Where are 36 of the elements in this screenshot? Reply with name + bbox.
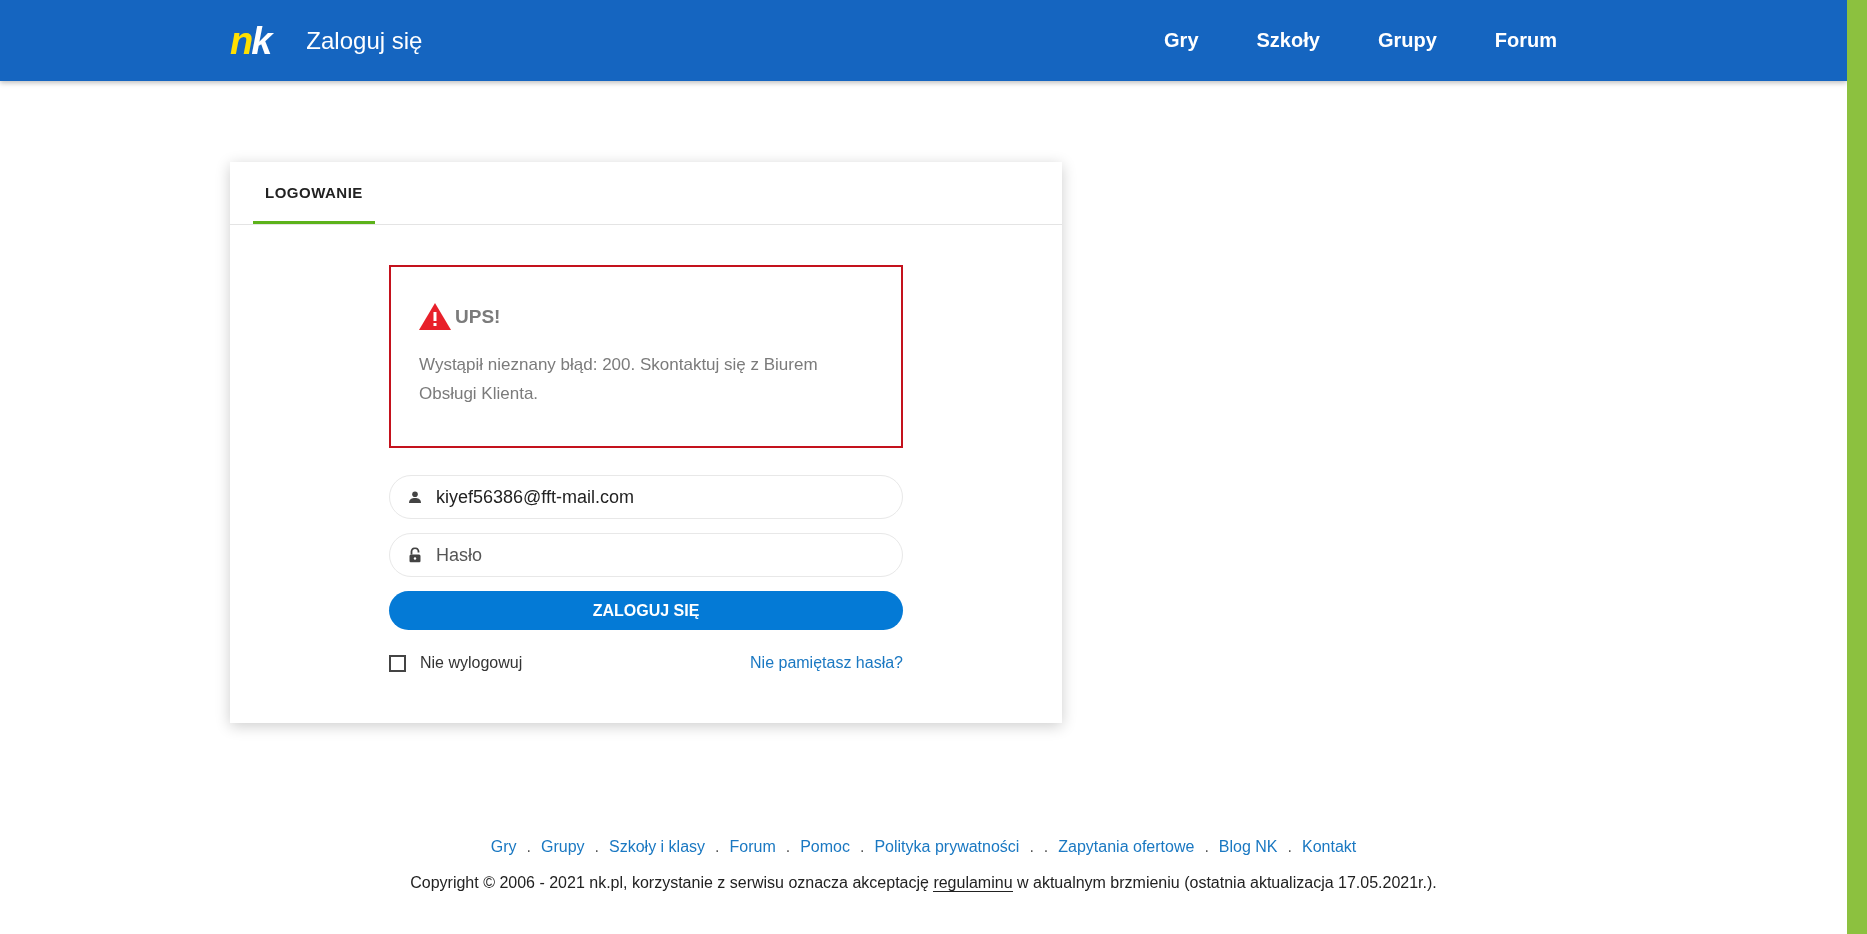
separator-dot: . xyxy=(1043,838,1049,856)
password-field[interactable]: Hasło xyxy=(389,533,903,577)
separator-dot: . xyxy=(594,838,599,856)
footer-link[interactable]: Szkoły i klasy xyxy=(609,838,706,856)
footer-link[interactable]: Pomoc xyxy=(800,838,850,856)
nav-link[interactable]: Gry xyxy=(1164,29,1199,52)
copyright-text: Copyright © 2006 - 2021 nk.pl, korzystanie z serwisu oznacza akceptację regulaminu w aktualnym brzmieniu (ostatnia aktualizacja 17.05.2021r.). xyxy=(410,874,1437,892)
remember-checkbox[interactable] xyxy=(389,654,406,672)
footer-link[interactable]: Kontakt xyxy=(1302,838,1357,856)
forgot-password-link[interactable]: Nie pamiętasz hasła? xyxy=(750,654,903,672)
login-tab[interactable]: LOGOWANIE xyxy=(253,162,375,224)
terms-link[interactable]: regulaminu xyxy=(933,874,1013,892)
alert-title: UPS! xyxy=(455,305,501,328)
email-field[interactable]: kiyef56386@fft-mail.com xyxy=(389,475,903,519)
separator-dot: . xyxy=(1204,838,1209,856)
separator-dot: . xyxy=(526,838,531,856)
warning-icon xyxy=(419,303,451,330)
separator-dot: . xyxy=(715,838,720,856)
alert-message: Wystąpił nieznany błąd: 200. Skontaktuj się z Biurem Obsługi Klienta. xyxy=(419,354,819,405)
footer-link[interactable]: Zapytania ofertowe xyxy=(1058,838,1195,856)
separator-dot: . xyxy=(785,838,791,856)
remember-label: Nie wylogowuj xyxy=(420,654,523,672)
separator-dot: . xyxy=(860,838,865,856)
footer-link[interactable]: Grupy xyxy=(541,838,585,856)
nav-link[interactable]: Forum xyxy=(1494,29,1557,52)
separator-dot: . xyxy=(1287,838,1292,856)
separator-dot: . xyxy=(1029,838,1034,856)
logo[interactable]: nk xyxy=(230,21,271,60)
page-title: Zaloguj się xyxy=(306,26,423,55)
footer-link[interactable]: Gry xyxy=(490,838,517,856)
footer-link[interactable]: Blog NK xyxy=(1218,838,1278,856)
footer-link[interactable]: Forum xyxy=(729,838,776,856)
footer-link[interactable]: Polityka prywatności xyxy=(874,838,1020,856)
login-button[interactable]: ZALOGUJ SIĘ xyxy=(389,591,903,630)
nav-link[interactable]: Szkoły xyxy=(1256,29,1320,52)
nav-link[interactable]: Grupy xyxy=(1377,29,1437,52)
